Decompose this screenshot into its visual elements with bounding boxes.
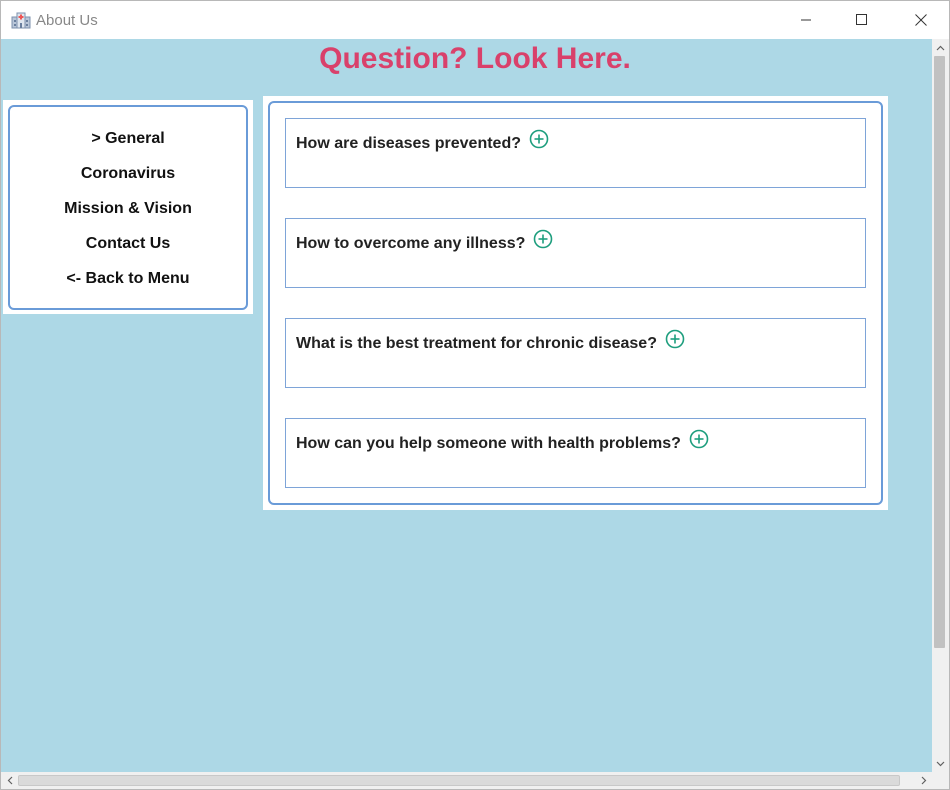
minimize-button[interactable]	[783, 1, 829, 39]
nav-item-coronavirus[interactable]: Coronavirus	[10, 165, 246, 183]
scroll-right-arrow-icon[interactable]	[915, 772, 932, 789]
nav-item-general[interactable]: > General	[10, 130, 246, 148]
nav-item-contact-us[interactable]: Contact Us	[10, 235, 246, 253]
sidebar-container: > General Coronavirus Mission & Vision C…	[3, 100, 253, 314]
faq-item[interactable]: How can you help someone with health pro…	[285, 418, 866, 488]
scroll-left-arrow-icon[interactable]	[1, 772, 18, 789]
faq-panel: How are diseases prevented? How to overc…	[268, 101, 883, 505]
scroll-up-arrow-icon[interactable]	[932, 39, 949, 56]
scroll-down-arrow-icon[interactable]	[932, 755, 949, 772]
faq-question: What is the best treatment for chronic d…	[296, 335, 657, 352]
minimize-icon	[801, 19, 811, 21]
faq-question: How to overcome any illness?	[296, 235, 526, 252]
faq-question-row: How can you help someone with health pro…	[296, 429, 709, 453]
faq-item[interactable]: How are diseases prevented?	[285, 118, 866, 188]
faq-question-row: How are diseases prevented?	[296, 129, 549, 153]
faq-item[interactable]: How to overcome any illness?	[285, 218, 866, 288]
faq-item[interactable]: What is the best treatment for chronic d…	[285, 318, 866, 388]
horizontal-scroll-thumb[interactable]	[18, 775, 900, 786]
vertical-scrollbar[interactable]	[932, 39, 949, 772]
faq-container: How are diseases prevented? How to overc…	[263, 96, 888, 510]
faq-question: How can you help someone with health pro…	[296, 435, 681, 452]
horizontal-scrollbar[interactable]	[1, 772, 949, 789]
vertical-scroll-thumb[interactable]	[934, 56, 945, 648]
plus-circle-icon[interactable]	[665, 329, 685, 349]
faq-question-row: How to overcome any illness?	[296, 229, 553, 253]
faq-question: How are diseases prevented?	[296, 135, 521, 152]
maximize-button[interactable]	[839, 1, 885, 39]
plus-circle-icon[interactable]	[689, 429, 709, 449]
window-title: About Us	[36, 12, 98, 29]
plus-circle-icon[interactable]	[529, 129, 549, 149]
hospital-icon	[11, 12, 31, 29]
nav-item-back-to-menu[interactable]: <- Back to Menu	[10, 270, 246, 288]
plus-circle-icon[interactable]	[533, 229, 553, 249]
app-window: About Us Question? Look Here. > General …	[0, 0, 950, 790]
close-button[interactable]	[898, 1, 944, 39]
nav-item-mission-vision[interactable]: Mission & Vision	[10, 200, 246, 218]
page-title: Question? Look Here.	[319, 42, 631, 75]
close-icon	[915, 14, 927, 26]
maximize-icon	[856, 14, 867, 25]
content-area: Question? Look Here. > General Coronavir…	[1, 39, 949, 789]
sidebar-nav: > General Coronavirus Mission & Vision C…	[8, 105, 248, 310]
faq-question-row: What is the best treatment for chronic d…	[296, 329, 685, 353]
title-bar[interactable]: About Us	[1, 1, 949, 39]
